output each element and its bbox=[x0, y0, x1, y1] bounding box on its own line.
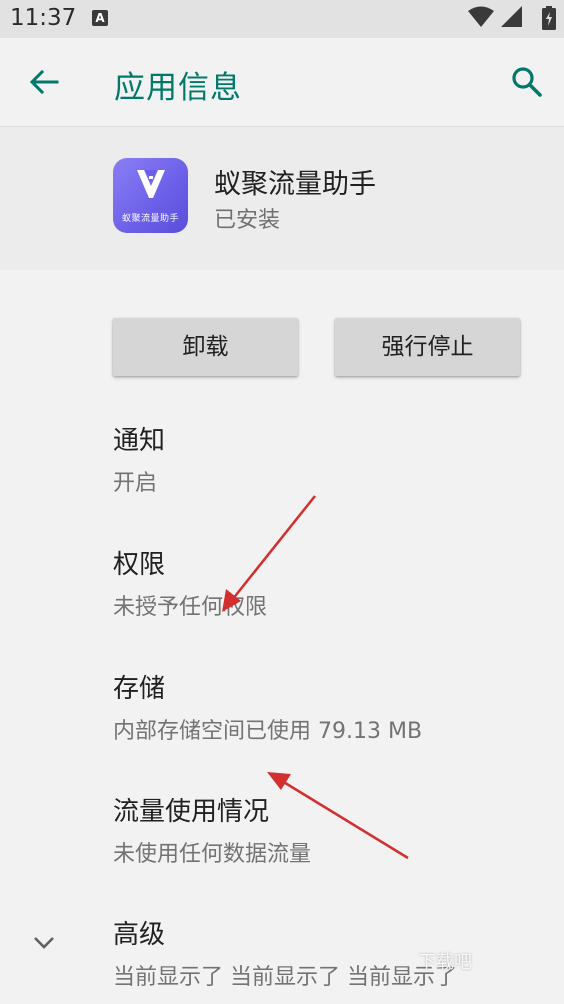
pref-title: 存储 bbox=[113, 674, 166, 704]
pref-summary: 未授予任何权限 bbox=[113, 595, 268, 620]
pref-title: 通知 bbox=[113, 426, 166, 456]
pref-advanced[interactable]: 高级 当前显示了 当前显示了 当前显示了 bbox=[113, 914, 457, 991]
signal-icon bbox=[500, 6, 522, 27]
status-icons bbox=[467, 6, 556, 32]
pref-data-usage[interactable]: 流量使用情况 未使用任何数据流量 bbox=[113, 791, 311, 868]
page-title: 应用信息 bbox=[114, 70, 242, 106]
wifi-icon bbox=[467, 6, 494, 27]
app-icon-label: 蚁聚流量助手 bbox=[121, 214, 179, 224]
arrow-back-icon[interactable] bbox=[28, 66, 60, 98]
app-logo-icon bbox=[137, 170, 165, 198]
pref-storage[interactable]: 存储 内部存储空间已使用 79.13 MB bbox=[113, 668, 422, 745]
app-icon: 蚁聚流量助手 bbox=[113, 158, 188, 233]
pref-title: 流量使用情况 bbox=[113, 797, 270, 827]
pref-summary: 开启 bbox=[113, 471, 158, 496]
pref-title: 权限 bbox=[113, 550, 166, 580]
pref-summary: 内部存储空间已使用 79.13 MB bbox=[113, 719, 423, 744]
status-time: 11:37 bbox=[10, 5, 77, 31]
pref-summary: 未使用任何数据流量 bbox=[113, 842, 312, 867]
search-icon[interactable] bbox=[510, 65, 544, 99]
force-stop-button[interactable]: 强行停止 bbox=[335, 318, 520, 376]
app-name: 蚁聚流量助手 bbox=[214, 169, 376, 200]
watermark: 下载吧 bbox=[418, 952, 472, 973]
app-install-status: 已安装 bbox=[214, 208, 281, 233]
app-bar: 应用信息 bbox=[0, 38, 564, 127]
pref-permissions[interactable]: 权限 未授予任何权限 bbox=[113, 544, 267, 621]
battery-icon bbox=[542, 6, 556, 30]
notification-a-icon: A bbox=[92, 10, 108, 26]
app-header: 蚁聚流量助手 蚁聚流量助手 已安装 bbox=[0, 127, 564, 270]
chevron-down-icon[interactable] bbox=[32, 934, 56, 950]
pref-title: 高级 bbox=[113, 920, 166, 950]
pref-summary: 当前显示了 当前显示了 当前显示了 bbox=[113, 965, 457, 990]
pref-notifications[interactable]: 通知 开启 bbox=[113, 420, 165, 497]
uninstall-button[interactable]: 卸载 bbox=[113, 318, 298, 376]
status-bar: 11:37 A bbox=[0, 0, 564, 38]
